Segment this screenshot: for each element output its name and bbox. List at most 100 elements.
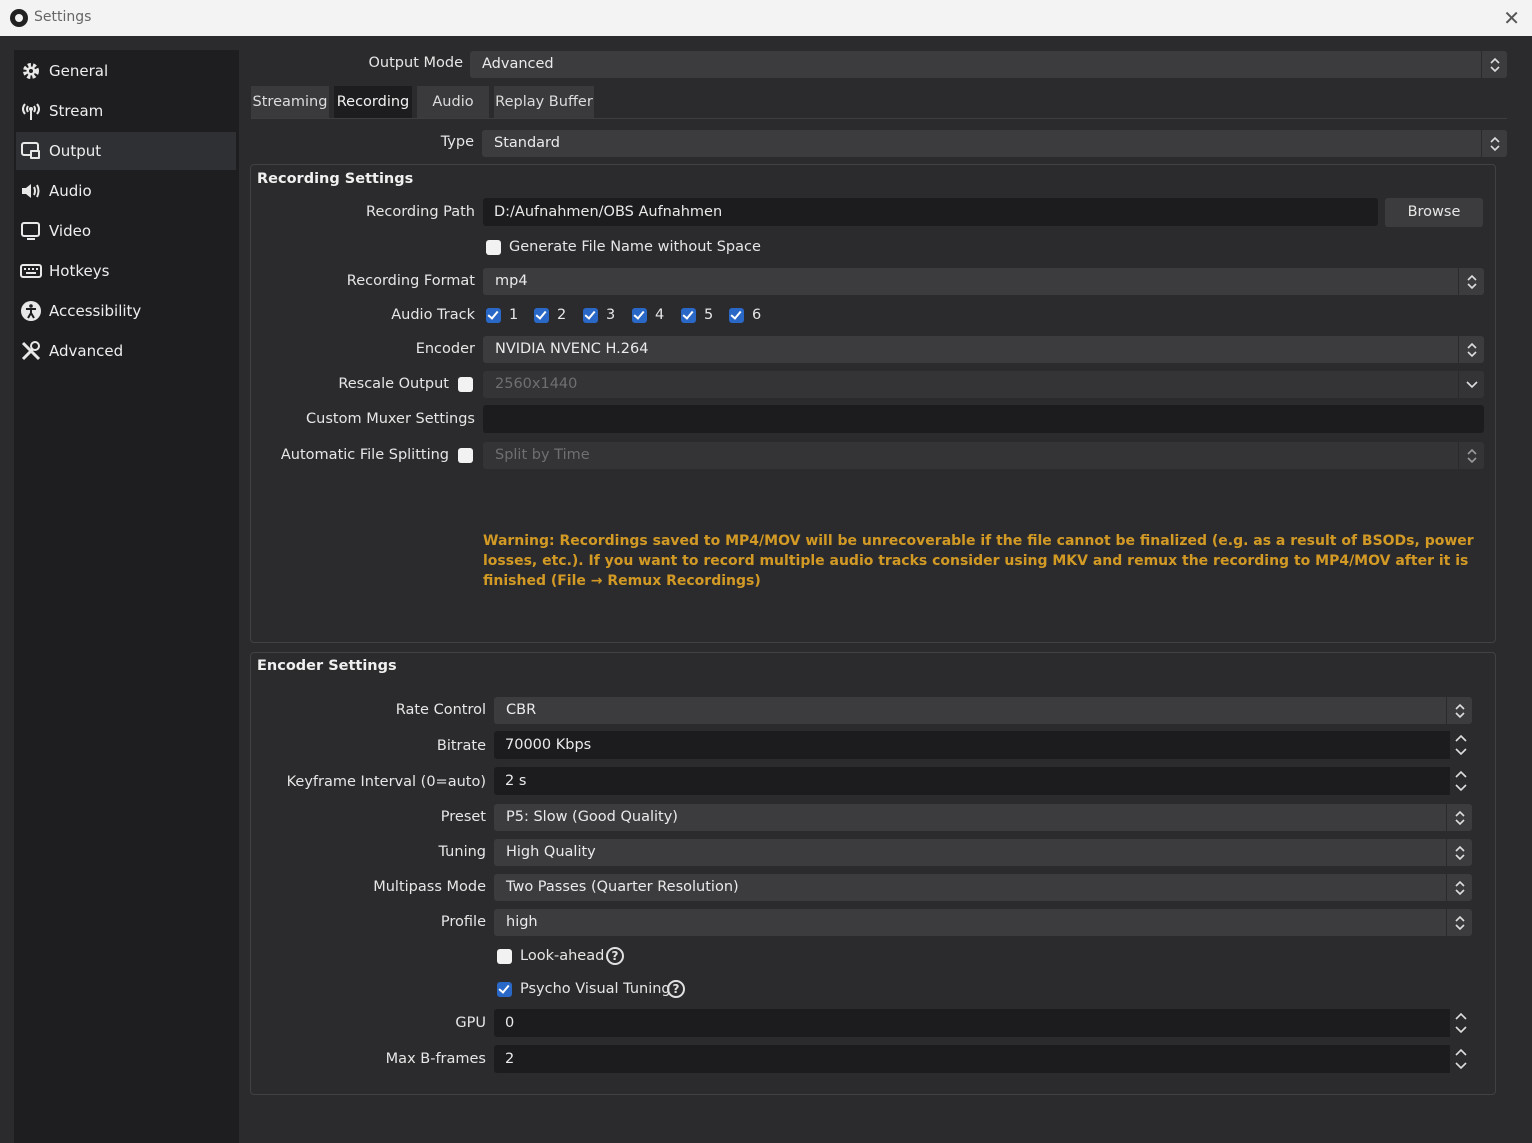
gear-icon [20, 60, 42, 82]
rescale-output-select[interactable]: 2560x1440 [483, 371, 1484, 398]
tab-streaming[interactable]: Streaming [251, 86, 329, 118]
spin-arrows-icon[interactable] [1450, 1045, 1472, 1073]
auto-file-splitting-value: Split by Time [495, 447, 590, 463]
max-b-frames-label: Max B-frames [385, 1051, 486, 1067]
rescale-output-value: 2560x1440 [495, 376, 578, 392]
up-down-arrows-icon [1481, 51, 1507, 78]
sidebar-item-label: Advanced [49, 342, 124, 360]
profile-value: high [506, 914, 538, 930]
sidebar-item-video[interactable]: Video [16, 212, 236, 250]
rate-control-select[interactable]: CBR [494, 697, 1472, 724]
preset-select[interactable]: P5: Slow (Good Quality) [494, 804, 1472, 831]
tab-replay-buffer[interactable]: Replay Buffer [494, 86, 594, 118]
audio-track-label: Audio Track [391, 307, 475, 323]
multipass-mode-select[interactable]: Two Passes (Quarter Resolution) [494, 874, 1472, 901]
gen-file-name-checkbox[interactable] [486, 240, 501, 255]
profile-select[interactable]: high [494, 909, 1472, 936]
rate-control-label: Rate Control [395, 702, 486, 718]
rescale-output-label: Rescale Output [338, 376, 449, 392]
tab-audio[interactable]: Audio [417, 86, 489, 118]
recording-format-select[interactable]: mp4 [483, 268, 1484, 295]
keyframe-interval-spinbox[interactable]: 2 s [494, 767, 1472, 795]
help-icon[interactable]: ? [667, 980, 685, 998]
sidebar-item-stream[interactable]: Stream [16, 92, 236, 130]
custom-muxer-label: Custom Muxer Settings [306, 411, 475, 427]
gpu-label: GPU [455, 1015, 486, 1031]
bitrate-label: Bitrate [436, 738, 486, 754]
chevron-down-icon [1458, 371, 1484, 398]
audio-track-2-checkbox[interactable] [534, 308, 549, 323]
rescale-output-checkbox[interactable] [458, 377, 473, 392]
type-select[interactable]: Standard [482, 130, 1507, 157]
spin-arrows-icon[interactable] [1450, 731, 1472, 759]
audio-track-1-checkbox[interactable] [486, 308, 501, 323]
bitrate-spinbox[interactable]: 70000 Kbps [494, 731, 1472, 759]
monitor-icon [20, 220, 42, 242]
custom-muxer-input[interactable] [483, 405, 1484, 433]
type-value: Standard [494, 135, 560, 151]
recording-path-label: Recording Path [366, 204, 475, 220]
spin-arrows-icon[interactable] [1450, 1009, 1472, 1037]
up-down-arrows-icon [1458, 336, 1484, 363]
sidebar-item-advanced[interactable]: Advanced [16, 332, 236, 370]
audio-track-4-checkbox[interactable] [632, 308, 647, 323]
output-icon [20, 140, 42, 162]
recording-format-label: Recording Format [346, 273, 475, 289]
tuning-value: High Quality [506, 844, 596, 860]
type-label: Type [440, 134, 474, 150]
audio-track-5-checkbox[interactable] [681, 308, 696, 323]
auto-file-splitting-select[interactable]: Split by Time [483, 442, 1484, 469]
output-mode-value: Advanced [482, 56, 554, 72]
gpu-spinbox[interactable]: 0 [494, 1009, 1472, 1037]
output-mode-select[interactable]: Advanced [470, 51, 1507, 78]
output-mode-label: Output Mode [368, 55, 463, 71]
rate-control-value: CBR [506, 702, 537, 718]
sidebar: General Stream Output Audio Video Hotkey… [14, 50, 239, 1143]
up-down-arrows-icon [1446, 839, 1472, 866]
sidebar-item-general[interactable]: General [16, 52, 236, 90]
sidebar-item-hotkeys[interactable]: Hotkeys [16, 252, 236, 290]
look-ahead-label: Look-ahead [520, 948, 605, 964]
preset-value: P5: Slow (Good Quality) [506, 809, 678, 825]
help-icon[interactable]: ? [606, 947, 624, 965]
tab-recording[interactable]: Recording [334, 86, 412, 118]
audio-track-3-checkbox[interactable] [583, 308, 598, 323]
sidebar-item-output[interactable]: Output [16, 132, 236, 170]
psycho-visual-tuning-checkbox[interactable] [497, 982, 512, 997]
audio-track-3-label: 3 [606, 307, 616, 323]
keyboard-icon [20, 260, 42, 282]
auto-file-splitting-checkbox[interactable] [458, 448, 473, 463]
browse-button[interactable]: Browse [1385, 198, 1483, 227]
tuning-select[interactable]: High Quality [494, 839, 1472, 866]
look-ahead-checkbox[interactable] [497, 949, 512, 964]
sidebar-item-label: General [49, 62, 109, 80]
multipass-mode-value: Two Passes (Quarter Resolution) [506, 879, 739, 895]
tools-icon [20, 340, 42, 362]
sidebar-item-label: Hotkeys [49, 262, 110, 280]
audio-track-4-label: 4 [655, 307, 665, 323]
sidebar-item-label: Stream [49, 102, 104, 120]
keyframe-interval-label: Keyframe Interval (0=auto) [286, 774, 486, 790]
multipass-mode-label: Multipass Mode [373, 879, 486, 895]
audio-track-6-checkbox[interactable] [729, 308, 744, 323]
recording-path-input[interactable]: D:/Aufnahmen/OBS Aufnahmen [483, 198, 1378, 226]
psycho-visual-tuning-label: Psycho Visual Tuning [520, 981, 671, 997]
speaker-icon [20, 180, 42, 202]
sidebar-item-label: Output [49, 142, 102, 160]
max-b-frames-spinbox[interactable]: 2 [494, 1045, 1472, 1073]
encoder-value: NVIDIA NVENC H.264 [495, 341, 649, 357]
encoder-select[interactable]: NVIDIA NVENC H.264 [483, 336, 1484, 363]
close-icon[interactable]: ✕ [1503, 6, 1520, 30]
accessibility-icon [20, 300, 42, 322]
tab-divider [251, 118, 1507, 119]
sidebar-item-label: Video [49, 222, 92, 240]
mp4-warning-text: Warning: Recordings saved to MP4/MOV wil… [483, 533, 1474, 589]
sidebar-item-accessibility[interactable]: Accessibility [16, 292, 236, 330]
encoder-label: Encoder [415, 341, 475, 357]
up-down-arrows-icon [1458, 442, 1484, 469]
tuning-label: Tuning [438, 844, 486, 860]
antenna-icon [20, 100, 42, 122]
sidebar-item-audio[interactable]: Audio [16, 172, 236, 210]
spin-arrows-icon[interactable] [1450, 767, 1472, 795]
auto-file-splitting-label: Automatic File Splitting [280, 447, 449, 463]
